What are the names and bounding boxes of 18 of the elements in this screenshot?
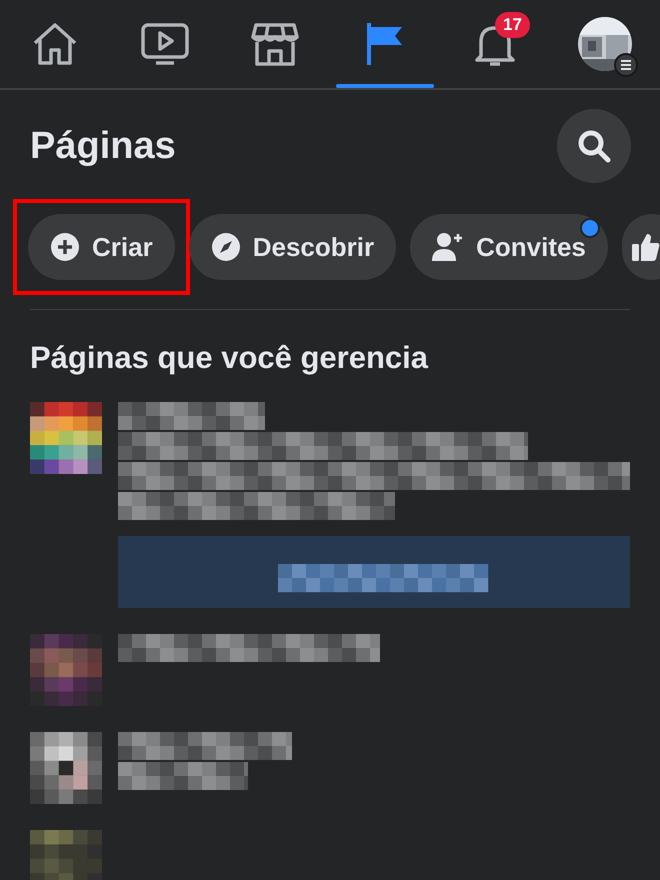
plus-icon: [50, 232, 80, 262]
search-icon: [576, 128, 612, 164]
page-title: Páginas: [30, 124, 176, 168]
flag-icon: [365, 21, 405, 67]
menu-icon: [614, 53, 638, 77]
video-icon: [140, 22, 190, 66]
home-icon: [31, 21, 79, 67]
section-title: Páginas que você gerencia: [30, 340, 430, 376]
filter-chip[interactable]: Criar: [28, 214, 175, 280]
filter-chip[interactable]: Descobrir: [188, 214, 396, 280]
blurred-button[interactable]: [118, 536, 630, 608]
store-icon: [250, 21, 300, 67]
person-add-icon: [432, 232, 464, 262]
nav-tab[interactable]: 17: [440, 0, 550, 88]
compass-icon: [210, 232, 241, 262]
filter-chip[interactable]: Convites: [410, 214, 608, 280]
thumbs-up-icon: [632, 232, 660, 262]
notification-badge: 17: [495, 12, 530, 38]
